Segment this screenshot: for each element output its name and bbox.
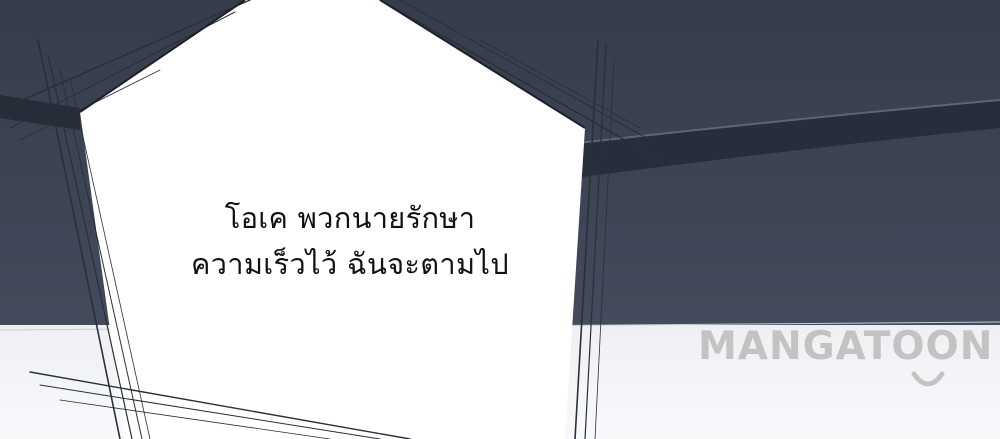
speech-line-2: ความเร็วไว้ ฉันจะตามไป xyxy=(190,247,510,281)
comic-panel: โอเค พวกนายรักษา ความเร็วไว้ ฉันจะตามไป … xyxy=(0,0,1000,439)
speech-line-1: โอเค พวกนายรักษา xyxy=(224,201,476,235)
smile-arc-icon xyxy=(911,371,945,387)
mangatoon-watermark: MANGATOON xyxy=(698,318,1000,398)
speech-bubble-text: โอเค พวกนายรักษา ความเร็วไว้ ฉันจะตามไป xyxy=(150,195,550,287)
watermark-text: MANGATOON xyxy=(698,324,994,369)
